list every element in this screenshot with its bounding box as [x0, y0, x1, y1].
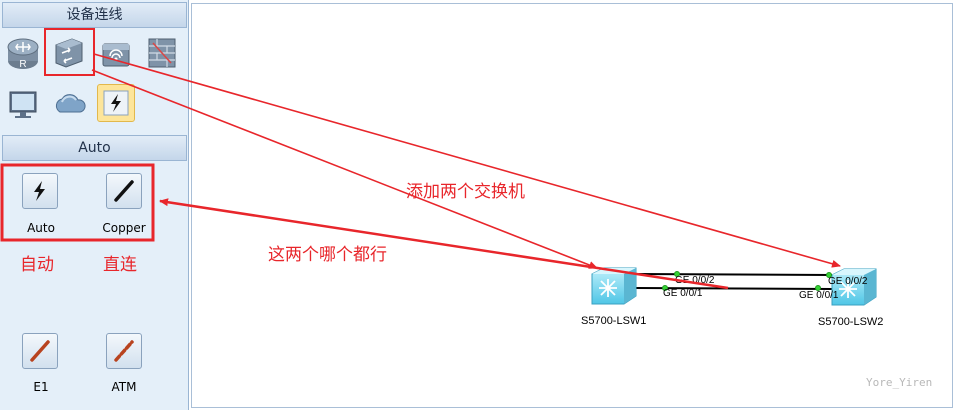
router-icon[interactable]: R	[4, 34, 42, 72]
switch-icon[interactable]	[50, 33, 88, 71]
copper-cable-label: Copper	[102, 221, 146, 235]
wireless-icon[interactable]	[97, 34, 135, 72]
e1-cable-label: E1	[33, 380, 49, 394]
annotation-either-ok: 这两个哪个都行	[268, 245, 387, 265]
lsw2-port-ge001: GE 0/0/1	[799, 290, 839, 301]
auto-connect-button[interactable]	[97, 84, 135, 122]
lsw2-name: S5700-LSW2	[818, 316, 884, 328]
lsw1-name: S5700-LSW1	[581, 315, 647, 327]
pc-icon[interactable]	[4, 84, 42, 122]
auto-cable-label: Auto	[27, 221, 55, 235]
switch-lsw2-icon[interactable]	[830, 267, 878, 309]
auto-connect-icon	[103, 90, 129, 116]
atm-cable-icon	[114, 340, 134, 362]
topology-canvas[interactable]	[191, 3, 953, 408]
annotation-copper: 直连	[103, 255, 137, 275]
cloud-icon[interactable]	[50, 84, 88, 122]
firewall-icon[interactable]	[143, 33, 181, 71]
e1-cable-icon	[30, 340, 50, 362]
devices-header[interactable]: 设备连线	[2, 2, 187, 28]
atm-cable-label: ATM	[111, 380, 137, 394]
cables-header: Auto	[2, 135, 187, 161]
auto-cable-icon	[34, 181, 45, 201]
lsw2-port-ge002: GE 0/0/2	[828, 276, 868, 287]
auto-cable-button[interactable]	[22, 173, 58, 209]
annotation-auto: 自动	[20, 255, 54, 275]
e1-cable-button[interactable]	[22, 333, 58, 369]
svg-text:R: R	[19, 59, 26, 70]
atm-cable-button[interactable]	[106, 333, 142, 369]
copper-cable-icon	[114, 180, 134, 202]
device-panel: 设备连线 R Auto Auto Copper E1 ATM 自动 直连	[0, 0, 189, 410]
copper-cable-button[interactable]	[106, 173, 142, 209]
watermark: Yore_Yiren	[866, 376, 933, 389]
switch-lsw1-icon[interactable]	[590, 266, 638, 308]
lsw1-port-ge001: GE 0/0/1	[663, 288, 703, 299]
annotation-add-switches: 添加两个交换机	[406, 182, 525, 202]
lsw1-port-ge002: GE 0/0/2	[675, 275, 715, 286]
